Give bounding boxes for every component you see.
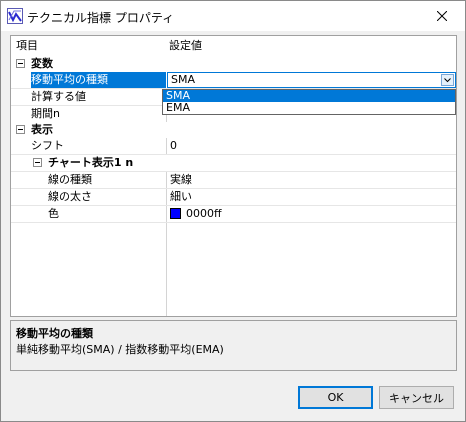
description-title: 移動平均の種類 [16,327,93,340]
combo-value: SMA [171,73,195,86]
color-value-text: 0000ff [186,207,222,220]
property-row-color[interactable]: 色 0000ff [11,206,456,222]
color-swatch [170,208,181,219]
collapse-icon[interactable] [33,158,42,167]
property-row-ma-type[interactable]: 移動平均の種類 SMA [11,72,456,88]
property-name: 線の種類 [48,173,92,186]
property-name: 移動平均の種類 [31,72,166,88]
property-row-line-width[interactable]: 線の太さ 細い [11,189,456,205]
category-display[interactable]: 表示 [11,122,456,138]
description-panel: 移動平均の種類 単純移動平均(SMA) / 指数移動平均(EMA) [10,320,457,371]
property-name: 期間n [31,107,60,120]
property-name: 計算する値 [31,90,86,103]
close-button[interactable] [419,1,465,31]
window-title: テクニカル指標 プロパティ [27,11,175,25]
chevron-down-icon [444,77,451,82]
description-text: 単純移動平均(SMA) / 指数移動平均(EMA) [16,343,224,356]
ok-button[interactable]: OK [298,386,373,409]
property-row-line-type[interactable]: 線の種類 実線 [11,172,456,188]
property-value[interactable]: 実線 [166,172,456,188]
category-label: 表示 [31,123,53,136]
property-value[interactable]: 細い [166,189,456,205]
collapse-icon[interactable] [16,125,25,134]
ma-type-combo[interactable]: SMA [167,72,456,88]
dropdown-button[interactable] [441,74,454,86]
collapse-icon[interactable] [16,59,25,68]
cancel-button[interactable]: キャンセル [379,386,454,409]
dropdown-option-sma[interactable]: SMA [163,90,455,102]
app-icon [7,8,23,24]
ma-type-dropdown-list[interactable]: SMA EMA [162,89,456,115]
group-label: チャート表示1 n [48,156,134,169]
property-row-shift[interactable]: シフト 0 [11,138,456,154]
close-icon [437,11,447,21]
dropdown-option-ema[interactable]: EMA [163,102,455,114]
title-bar: テクニカル指標 プロパティ [1,1,465,31]
property-value[interactable]: 0 [166,138,456,154]
property-name: 線の太さ [48,190,92,203]
property-grid: 項目 設定値 変数 移動平均の種類 SMA 計算する値 期間n 表示 シフト 0… [10,35,457,317]
property-name: 色 [48,207,59,220]
grid-header-row: 項目 設定値 [11,38,456,54]
properties-dialog: テクニカル指標 プロパティ 項目 設定値 変数 移動平均の種類 SMA 計算する… [0,0,466,422]
category-label: 変数 [31,57,53,70]
header-value: 設定値 [169,39,202,52]
property-name: シフト [31,139,64,152]
header-name: 項目 [16,39,38,52]
category-variables[interactable]: 変数 [11,56,456,72]
property-value[interactable]: 0000ff [166,206,456,222]
group-chart-display[interactable]: チャート表示1 n [11,155,456,171]
